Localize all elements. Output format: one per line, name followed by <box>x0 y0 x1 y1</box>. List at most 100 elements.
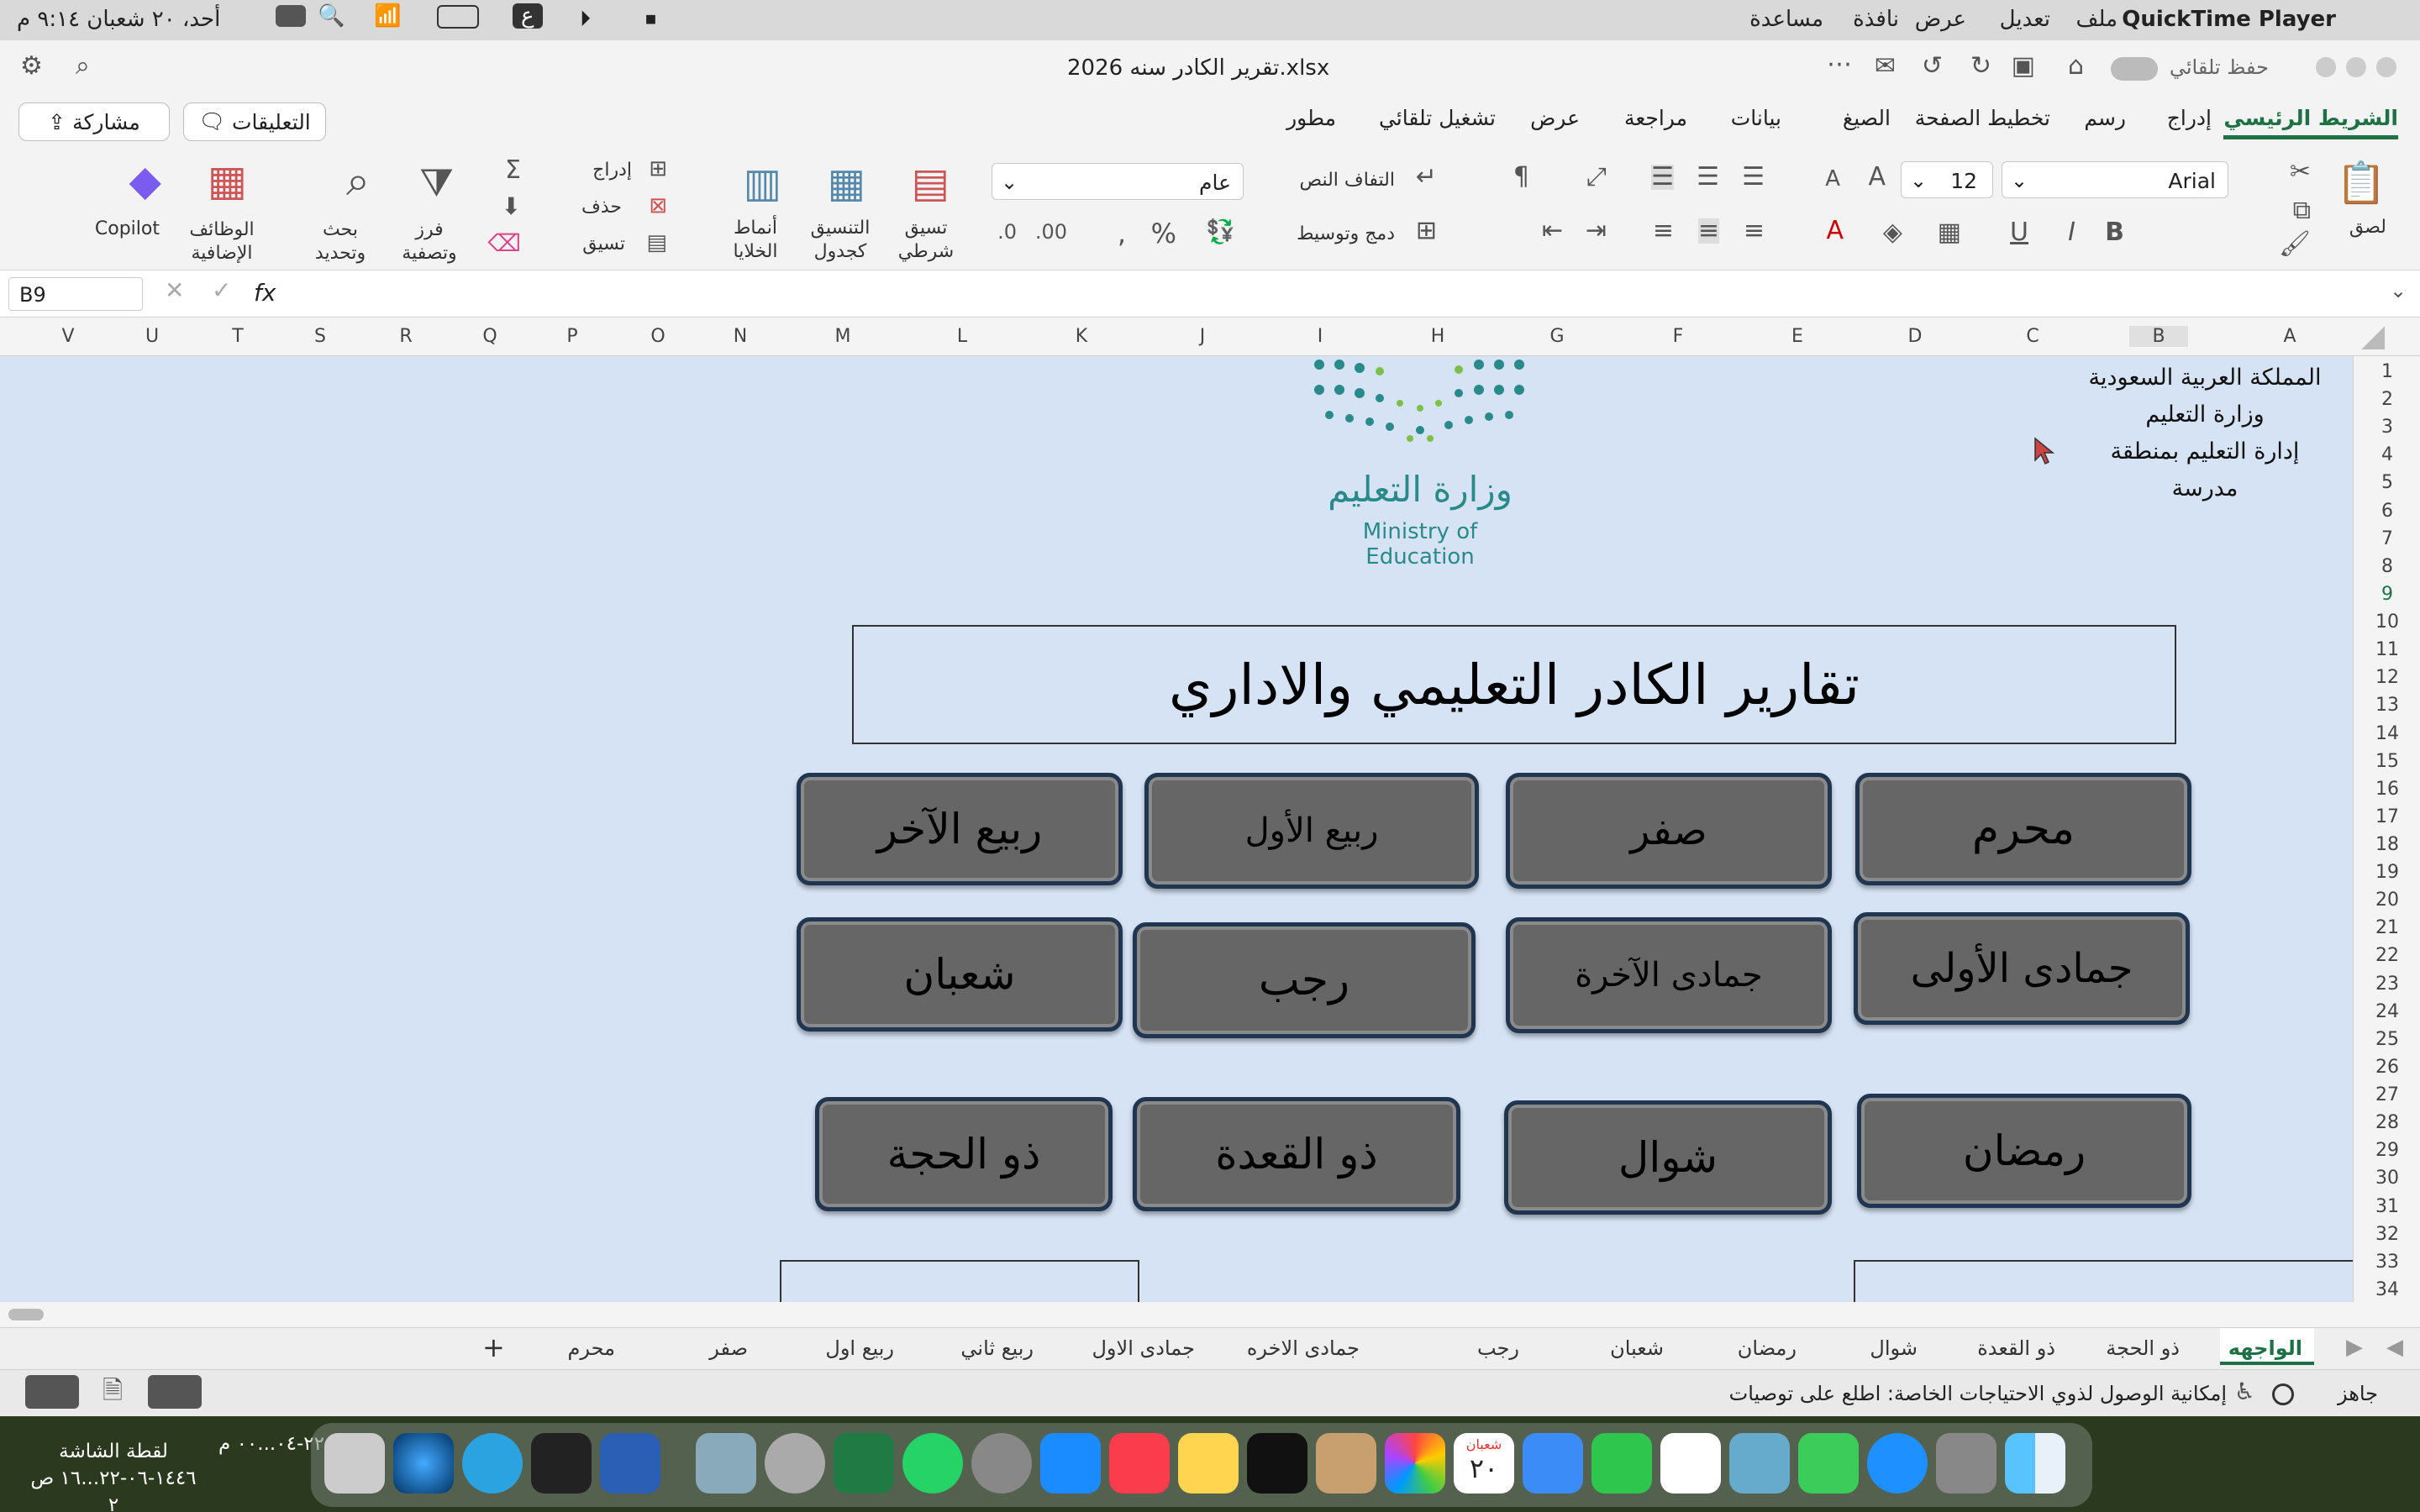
battery-icon[interactable] <box>437 5 479 29</box>
column-header[interactable]: O <box>629 326 687 347</box>
underline-icon[interactable]: U <box>2010 220 2028 245</box>
whatsapp-icon[interactable] <box>902 1433 963 1494</box>
row-header[interactable]: 33 <box>2354 1252 2420 1279</box>
maps-icon[interactable] <box>1729 1433 1790 1494</box>
delete-cells-label[interactable]: حذف <box>581 197 622 218</box>
cut-icon[interactable]: ✂ <box>2290 160 2311 185</box>
row-header[interactable]: 9 <box>2354 584 2420 612</box>
format-painter-icon[interactable]: 🖌 <box>2279 232 2311 257</box>
row-header[interactable]: 20 <box>2354 890 2420 917</box>
column-header[interactable]: U <box>123 326 182 347</box>
column-header[interactable]: Q <box>460 326 519 347</box>
column-header[interactable]: P <box>543 326 602 347</box>
column-header[interactable]: J <box>1173 326 1232 347</box>
orientation-icon[interactable]: ⤢ <box>1586 165 1607 190</box>
menu-view[interactable]: عرض <box>1915 7 1966 32</box>
row-header[interactable]: 23 <box>2354 974 2420 1001</box>
normal-view-icon[interactable] <box>25 1375 79 1409</box>
cancel-icon[interactable]: ✕ <box>165 279 184 302</box>
increase-decimal-icon[interactable]: .0 <box>997 222 1017 242</box>
copilot-icon[interactable]: ◆ <box>129 160 161 202</box>
desktop-file-label[interactable]: ٢٢-٠٤...٠٠ م <box>218 1433 324 1455</box>
row-header[interactable]: 22 <box>2354 945 2420 973</box>
tab-page-layout[interactable]: تخطيط الصفحة <box>1915 106 2050 130</box>
column-header[interactable]: B <box>2129 326 2188 347</box>
quicktime-icon[interactable] <box>765 1433 825 1494</box>
column-header[interactable]: T <box>208 326 267 347</box>
column-header[interactable]: I <box>1291 326 1349 347</box>
record-icon[interactable] <box>2272 1383 2294 1405</box>
minimize-window-icon[interactable] <box>2346 57 2366 77</box>
row-header[interactable]: 2 <box>2354 389 2420 417</box>
format-table-icon[interactable]: ▦ <box>828 163 865 203</box>
row-header[interactable]: 30 <box>2354 1168 2420 1195</box>
row-header[interactable]: 24 <box>2354 1001 2420 1029</box>
messages-icon[interactable] <box>1798 1433 1859 1494</box>
sheet-tab[interactable]: رمضان <box>1738 1336 1797 1360</box>
zoom-window-icon[interactable] <box>2316 57 2336 77</box>
italic-icon[interactable]: I <box>2068 220 2075 245</box>
settings-icon[interactable] <box>971 1433 1032 1494</box>
sheet-tab[interactable]: شوال <box>1870 1336 1918 1360</box>
name-box[interactable]: B9 <box>8 277 143 311</box>
clock[interactable]: أحد، ٢٠ شعبان ٩:١٤ م <box>17 7 220 32</box>
font-name-select[interactable]: Arial ⌄ <box>2002 161 2228 198</box>
row-header[interactable]: 31 <box>2354 1196 2420 1224</box>
input-language-icon[interactable]: ع <box>513 3 543 29</box>
increase-font-icon[interactable]: A <box>1868 165 1886 190</box>
tab-data[interactable]: بيانات <box>1731 106 1781 130</box>
autosave-toggle[interactable] <box>2111 57 2158 81</box>
sheet-tab[interactable]: ربيع ثاني <box>960 1336 1034 1360</box>
column-header[interactable]: S <box>291 326 350 347</box>
delete-cells-icon[interactable]: ⊠ <box>649 195 667 217</box>
column-header[interactable]: E <box>1768 326 1827 347</box>
accessibility-status[interactable]: إمكانية الوصول لذوي الاحتياجات الخاصة: ا… <box>1729 1382 2227 1405</box>
stop-record-icon[interactable]: ⏹ <box>645 7 656 33</box>
globe-icon[interactable] <box>393 1433 454 1494</box>
menu-window[interactable]: نافذة <box>1853 7 1899 32</box>
row-header[interactable]: 16 <box>2354 779 2420 806</box>
safari-icon[interactable] <box>1867 1433 1928 1494</box>
sheet-tab-active[interactable]: الواجهه <box>2220 1328 2314 1365</box>
column-header[interactable]: K <box>1052 326 1111 347</box>
column-header[interactable]: G <box>1528 326 1586 347</box>
notes-icon[interactable] <box>1178 1433 1239 1494</box>
column-header[interactable]: N <box>711 326 770 347</box>
paste-icon[interactable]: 📋 <box>2336 163 2386 203</box>
confirm-icon[interactable]: ✓ <box>212 279 231 302</box>
row-header[interactable]: 12 <box>2354 667 2420 695</box>
month-button-rajab[interactable]: رجب <box>1133 922 1476 1038</box>
sheet-tab[interactable]: ربيع اول <box>825 1336 894 1360</box>
formula-input[interactable] <box>302 276 2378 312</box>
column-header[interactable]: V <box>39 326 97 347</box>
save-icon[interactable]: ▣ <box>2012 54 2035 79</box>
chevron-right-icon[interactable]: ▶ <box>2346 1336 2363 1358</box>
bold-icon[interactable]: B <box>2105 220 2124 245</box>
tab-view[interactable]: عرض <box>1530 106 1580 130</box>
tab-home[interactable]: الشريط الرئيسي <box>2223 106 2398 139</box>
number-format-select[interactable]: عام ⌄ <box>992 163 1244 200</box>
music-icon[interactable] <box>1109 1433 1170 1494</box>
addins-icon[interactable]: ▦ <box>208 160 247 202</box>
font-size-select[interactable]: 12 ⌄ <box>1901 161 1993 198</box>
finder-icon[interactable] <box>2005 1433 2065 1494</box>
cell-styles-icon[interactable]: ▥ <box>744 163 781 203</box>
telegram-icon[interactable] <box>462 1433 523 1494</box>
indent-icon[interactable]: ⇥ <box>1586 218 1607 244</box>
launchpad-icon[interactable] <box>1936 1433 1996 1494</box>
column-header[interactable]: F <box>1649 326 1707 347</box>
play-icon[interactable]: ⏵ <box>580 7 591 33</box>
row-header[interactable]: 6 <box>2354 501 2420 528</box>
insert-cells-label[interactable]: إدراج <box>592 160 632 181</box>
accessibility-icon[interactable]: ♿ <box>2234 1380 2255 1404</box>
scroll-thumb[interactable] <box>8 1309 44 1320</box>
percent-icon[interactable]: % <box>1151 220 1176 247</box>
mail-icon[interactable] <box>1523 1433 1583 1494</box>
month-button-rabi-al-awwal[interactable]: ربيع الأول <box>1144 773 1479 889</box>
month-button-muharram[interactable]: محرم <box>1855 773 2191 885</box>
sheet-tab[interactable]: ذو الحجة <box>2106 1336 2180 1360</box>
close-window-icon[interactable] <box>2376 57 2396 77</box>
conditional-formatting-label[interactable]: تسيق شرطي <box>892 217 960 264</box>
decrease-font-icon[interactable]: A <box>1825 168 1840 190</box>
row-header[interactable]: 4 <box>2354 444 2420 472</box>
